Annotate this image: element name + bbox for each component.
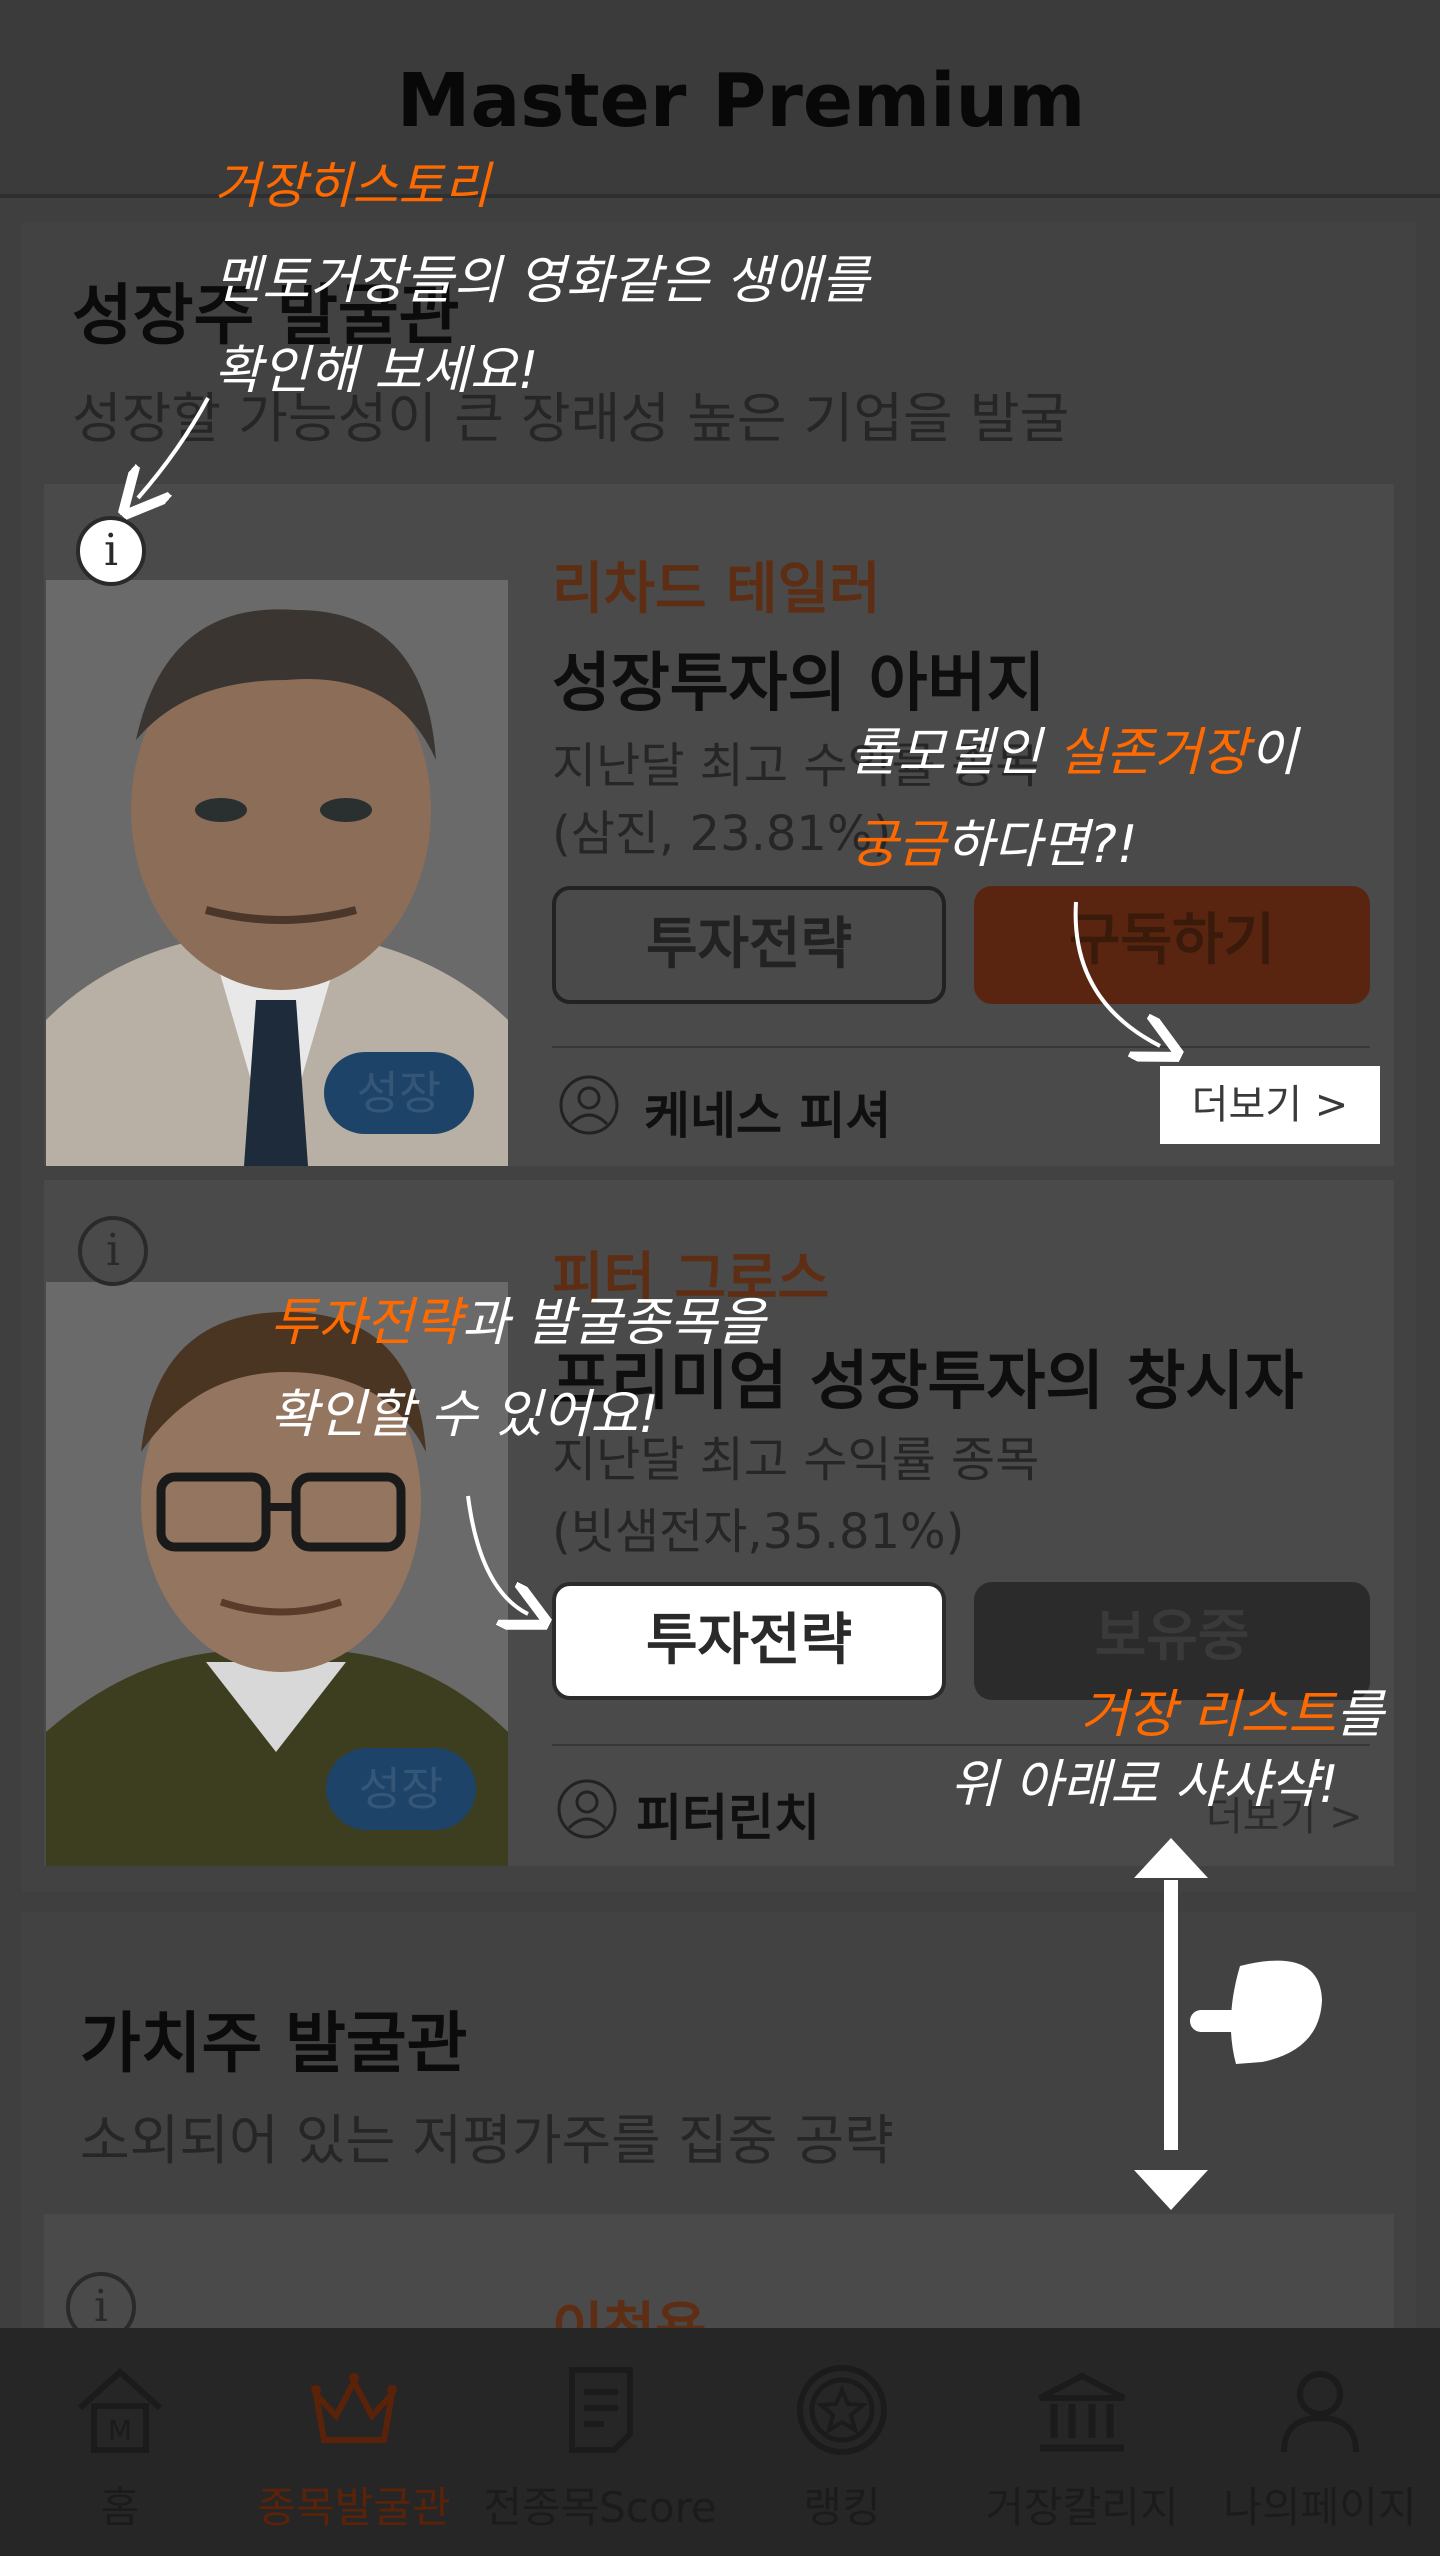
arrow-to-more-link [1073,901,1160,1046]
swipe-bar [1164,1880,1178,2150]
home-icon: M [77,2367,163,2453]
nav-item-ranking[interactable]: 랭킹 [722,2360,962,2535]
nav-item-mypage[interactable]: 나의페이지 [1200,2360,1440,2535]
nav-label: 종목발굴관 [257,2483,451,2532]
svg-text:M: M [108,2414,132,2447]
nav-label: 홈 [100,2483,140,2532]
nav-item-college[interactable]: 거장칼리지 [962,2360,1202,2535]
arrow-to-info-icon [138,397,210,498]
swipe-up-arrow [1134,1838,1208,1878]
tutorial-arrows [0,397,1322,2210]
hand-pointer-icon [1190,1960,1322,2064]
ranking-medal-icon [797,2365,887,2455]
score-icon [569,2367,633,2453]
nav-item-score[interactable]: 전종목Score [480,2360,720,2535]
swipe-down-arrow [1134,2170,1208,2210]
arrow-to-strategy-button [466,1495,528,1614]
nav-item-home[interactable]: M 홈 [0,2360,240,2535]
nav-label: 랭킹 [803,2483,881,2532]
college-icon [1038,2372,1126,2452]
crown-icon [311,2373,397,2443]
nav-label: 나의페이지 [1223,2483,1417,2532]
nav-label: 거장칼리지 [985,2483,1179,2532]
nav-item-discovery[interactable]: 종목발굴관 [234,2360,474,2535]
person-icon [1281,2371,1359,2453]
nav-label: 전종목Score [483,2483,717,2532]
